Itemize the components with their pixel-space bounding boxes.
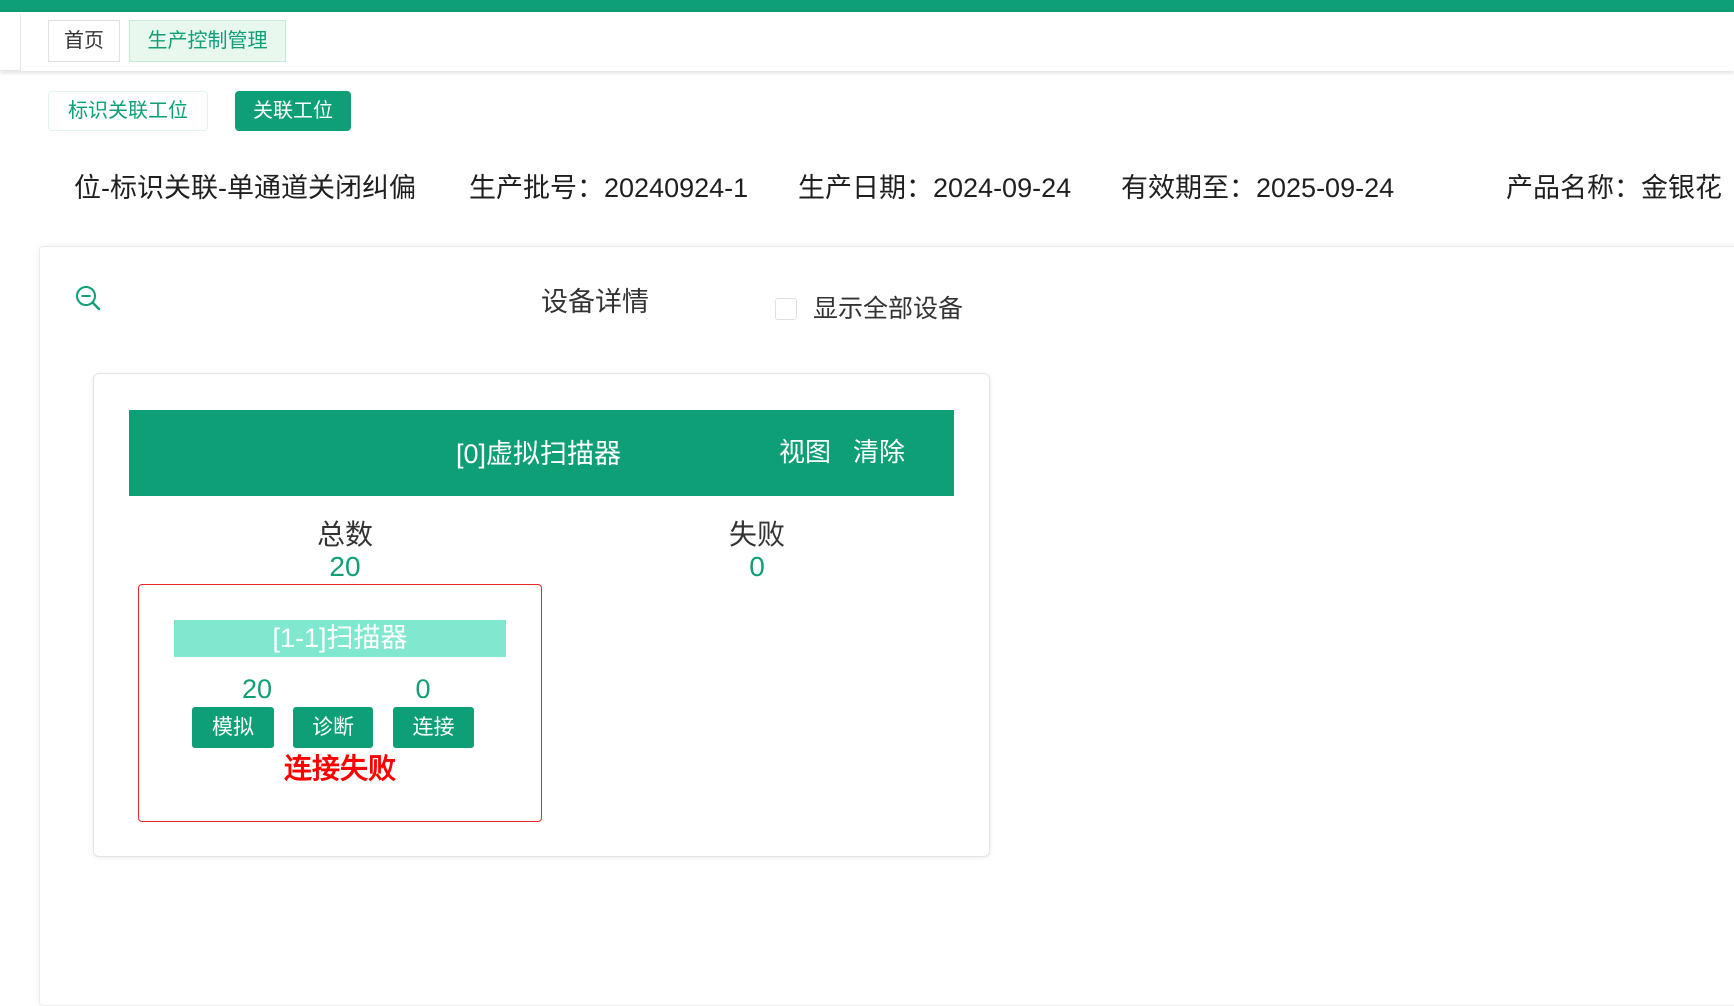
product-name-info: 产品名称：金银花 — [1506, 173, 1722, 203]
show-all-devices-checkbox[interactable] — [775, 298, 797, 320]
link-station-button[interactable]: 关联工位 — [235, 91, 351, 131]
scanner-fail-count: 0 — [415, 674, 431, 704]
tab-production-control[interactable]: 生产控制管理 — [129, 20, 286, 62]
fail-label: 失败 — [728, 519, 785, 550]
production-date-info: 生产日期：2024-09-24 — [798, 173, 1072, 203]
diagnose-button[interactable]: 诊断 — [293, 707, 373, 748]
top-header-bar — [0, 0, 1734, 12]
device-title: [0]虚拟扫描器 — [456, 439, 622, 469]
connect-button[interactable]: 连接 — [393, 707, 474, 748]
mark-link-station-button[interactable]: 标识关联工位 — [48, 91, 208, 131]
zoom-out-icon[interactable] — [74, 284, 102, 312]
expiry-date-info: 有效期至：2025-09-24 — [1121, 173, 1395, 203]
tabs-scroll-edge[interactable] — [0, 14, 21, 71]
scanner-total-count: 20 — [241, 674, 273, 704]
view-link[interactable]: 视图 — [779, 434, 831, 470]
scanner-title: [1-1]扫描器 — [174, 620, 506, 657]
fail-value: 0 — [749, 551, 765, 582]
simulate-button[interactable]: 模拟 — [192, 707, 274, 748]
panel-title: 设备详情 — [541, 287, 649, 317]
total-value: 20 — [329, 551, 361, 582]
connection-status: 连接失败 — [283, 753, 396, 784]
show-all-devices-label[interactable]: 显示全部设备 — [813, 292, 963, 326]
total-label: 总数 — [316, 519, 373, 550]
station-info: 位-标识关联-单通道关闭纠偏 — [74, 173, 416, 203]
batch-number-info: 生产批号：20240924-1 — [469, 173, 749, 203]
tabs-bar: 首页 生产控制管理 — [0, 12, 1734, 71]
clear-link[interactable]: 清除 — [853, 434, 905, 470]
tab-home[interactable]: 首页 — [48, 20, 120, 62]
